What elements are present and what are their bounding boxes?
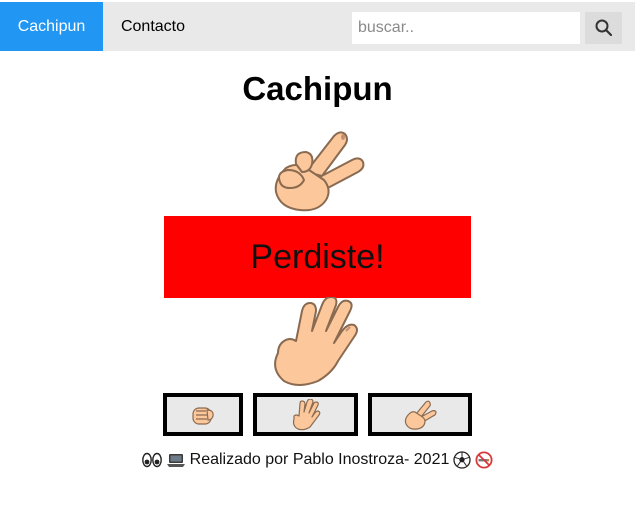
footer: Realizado por Pablo Inostroza- 2021 <box>0 451 635 469</box>
search-input[interactable] <box>352 12 580 44</box>
nav-link-cachipun[interactable]: Cachipun <box>0 2 103 51</box>
raised-hand-icon <box>292 398 320 430</box>
soccer-ball-icon <box>453 451 472 469</box>
victory-hand-icon <box>404 400 437 430</box>
laptop-icon <box>166 454 185 467</box>
search-button[interactable] <box>585 12 622 44</box>
fist-icon <box>192 406 214 425</box>
choice-paper-button[interactable] <box>253 393 358 436</box>
search-icon <box>595 19 612 37</box>
top-navbar: Cachipun Contacto <box>0 2 635 51</box>
result-banner: Perdiste! <box>164 216 471 298</box>
nav-link-contacto[interactable]: Contacto <box>103 2 203 51</box>
eyes-icon <box>141 452 162 468</box>
computer-hand-scissors-icon <box>274 131 365 212</box>
choice-rock-button[interactable] <box>163 393 243 436</box>
no-smoking-icon <box>475 451 493 469</box>
page-title: Cachipun <box>242 70 393 107</box>
footer-credit: Realizado por Pablo Inostroza- 2021 <box>189 451 450 468</box>
player-hand-paper-icon <box>274 297 358 386</box>
choice-scissors-button[interactable] <box>368 393 472 436</box>
